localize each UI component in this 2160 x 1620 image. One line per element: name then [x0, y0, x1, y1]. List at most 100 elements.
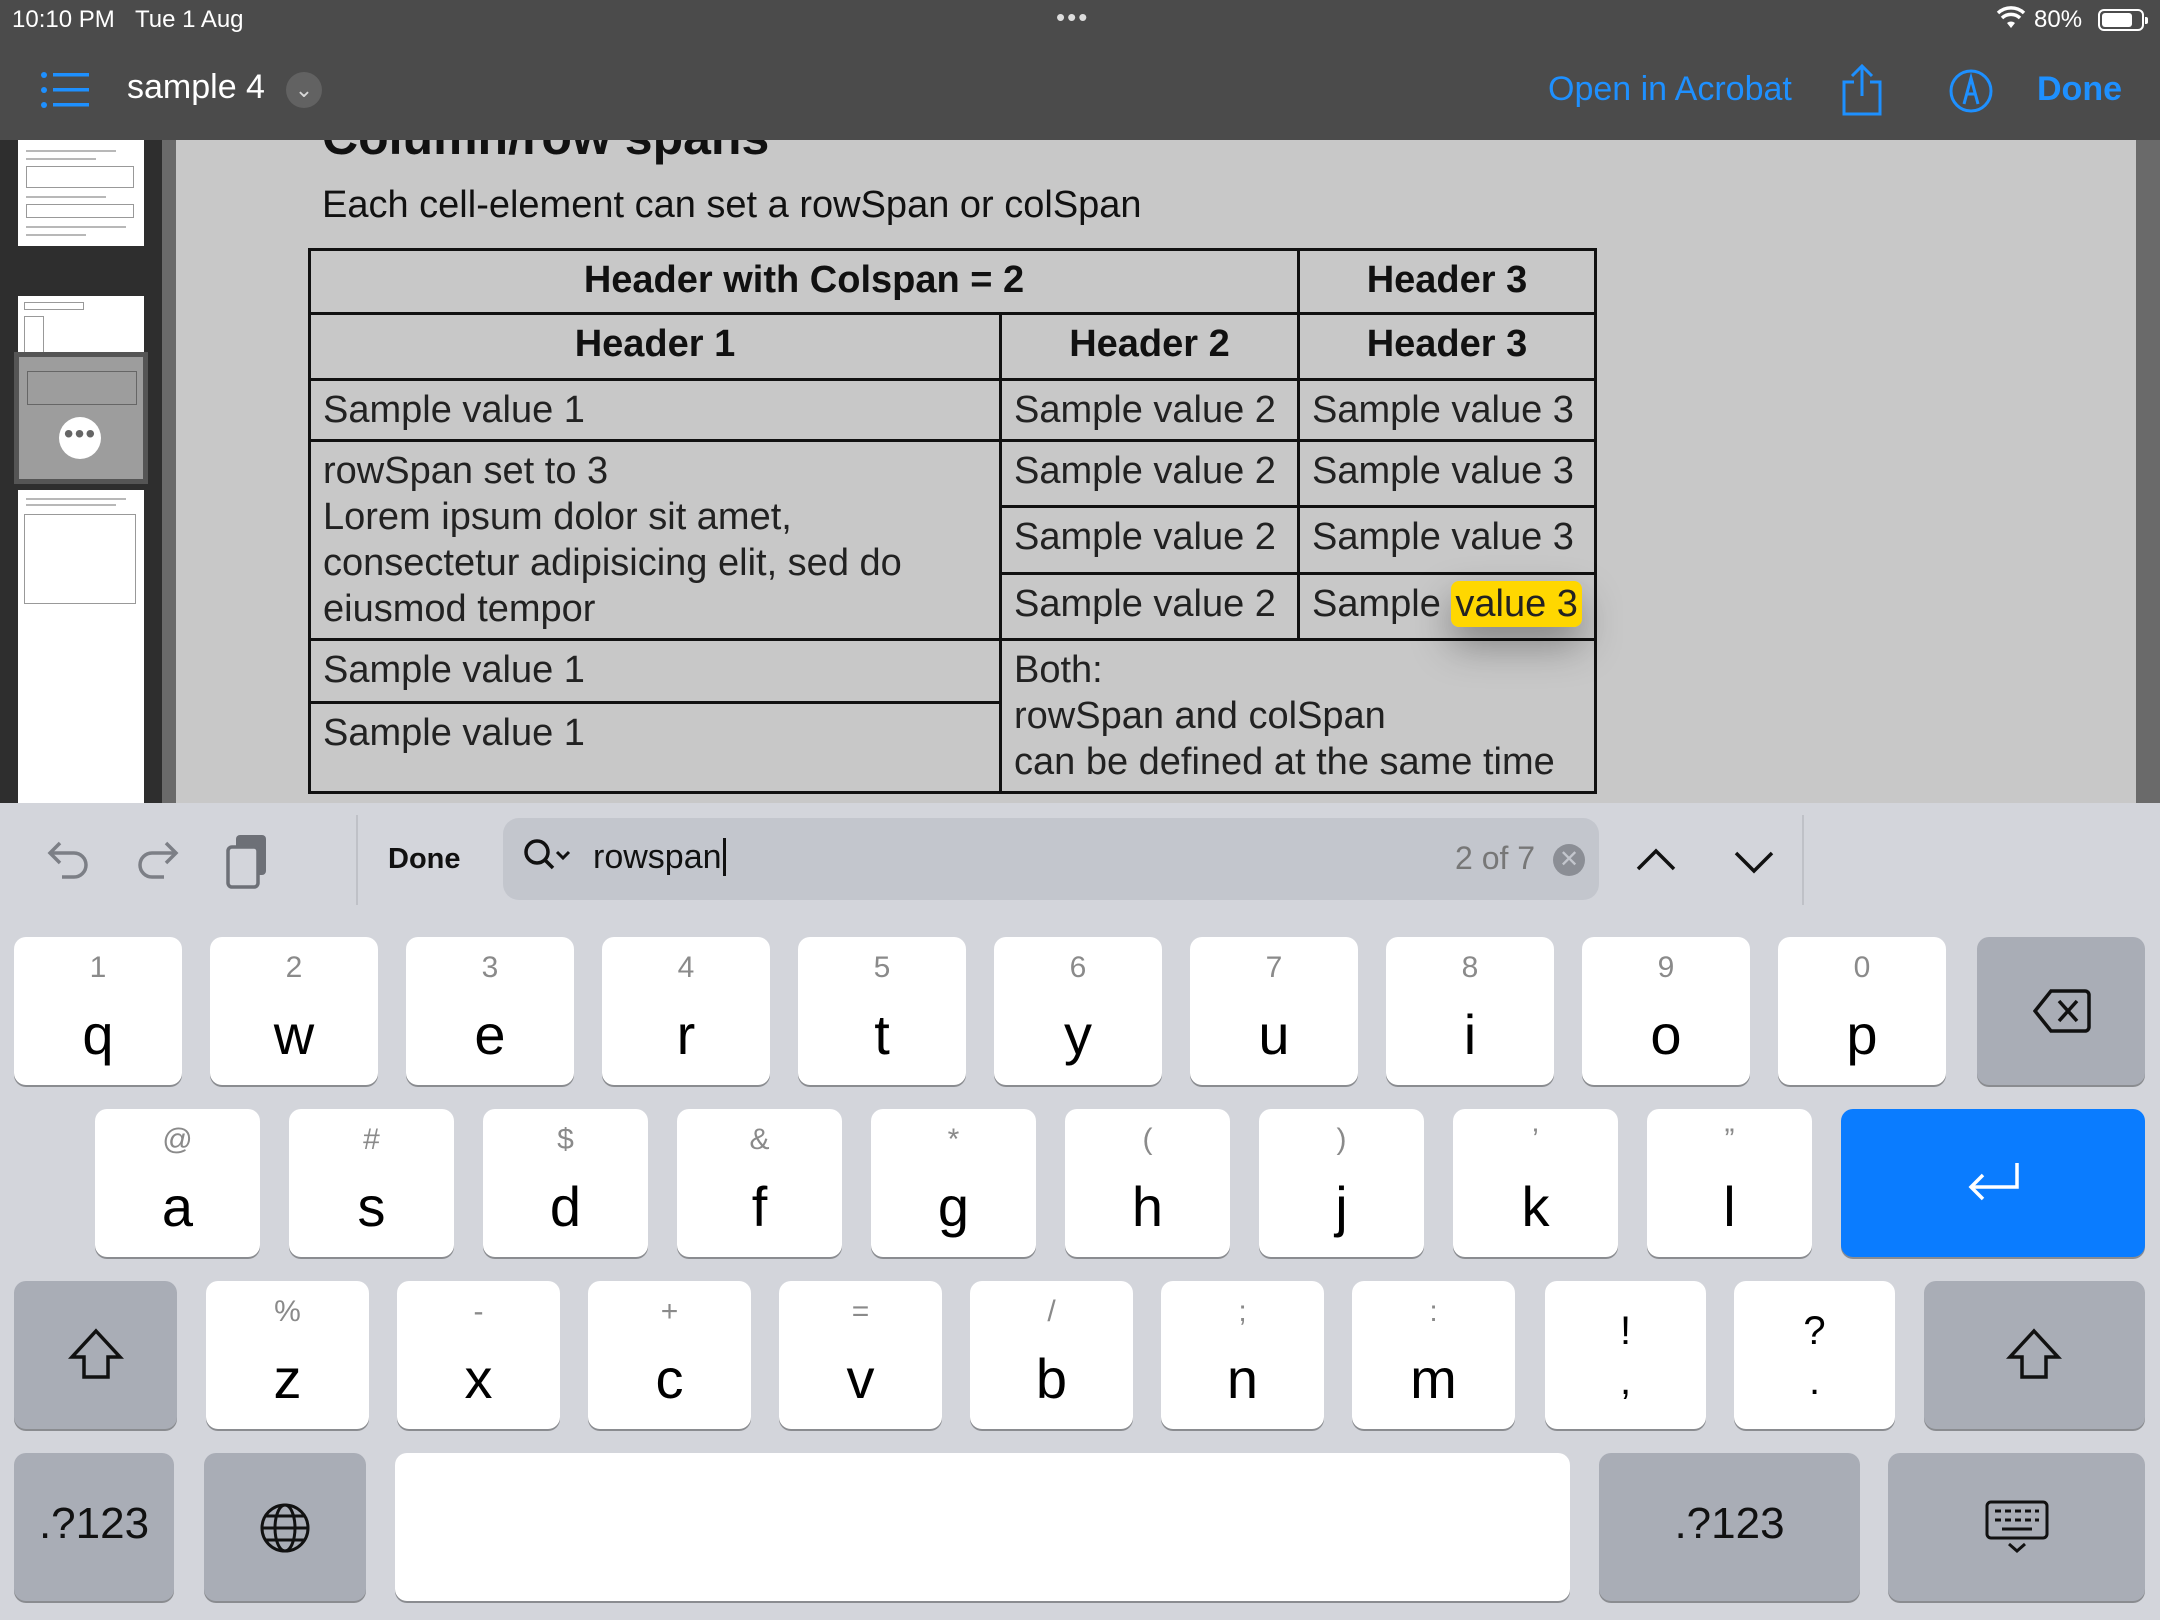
key-label: .?123	[38, 1499, 150, 1548]
key-letter: z	[273, 1347, 302, 1410]
key-alt-glyph: 8	[1461, 951, 1479, 984]
match-count: 2 of 7	[1455, 840, 1536, 876]
key-letter: m	[1410, 1347, 1457, 1410]
table-cell: Sample value 1	[308, 701, 1002, 794]
key-c[interactable]: + c	[588, 1281, 751, 1429]
key-letter: g	[937, 1175, 970, 1238]
key-bottom-glyph: .	[1808, 1359, 1821, 1403]
undo-icon[interactable]	[44, 837, 92, 885]
key-top-glyph: !	[1619, 1309, 1632, 1353]
globe-icon	[260, 1503, 310, 1553]
key-letter: r	[676, 1003, 696, 1066]
key-f[interactable]: & f	[677, 1109, 842, 1257]
status-time: 10:10 PM	[12, 6, 115, 33]
table-cell: Sample value 3	[1297, 505, 1597, 575]
document-title[interactable]: sample 4	[127, 68, 265, 107]
key-p[interactable]: 0p	[1778, 937, 1946, 1085]
key-a[interactable]: @ a	[95, 1109, 260, 1257]
key-alt-glyph: )	[1336, 1123, 1347, 1156]
key-exclamation-comma[interactable]: ! ,	[1545, 1281, 1706, 1429]
chevron-down-icon[interactable]: ⌄	[286, 72, 322, 108]
span-table: Header with Colspan = 2 Header 3 Header …	[308, 248, 1597, 794]
both-line: Both:	[1014, 649, 1103, 691]
share-icon[interactable]	[1838, 64, 1886, 116]
open-in-acrobat-button[interactable]: Open in Acrobat	[1548, 70, 1792, 109]
key-r[interactable]: 4r	[602, 937, 770, 1085]
numbers-key-right[interactable]: .?123	[1599, 1453, 1860, 1601]
done-button[interactable]: Done	[2037, 70, 2122, 109]
key-t[interactable]: 5t	[798, 937, 966, 1085]
key-m[interactable]: :m	[1352, 1281, 1515, 1429]
key-s[interactable]: # s	[289, 1109, 454, 1257]
markup-pen-icon[interactable]	[1948, 68, 1994, 114]
key-g[interactable]: * g	[871, 1109, 1036, 1257]
table-header-2: Header 2	[999, 312, 1300, 381]
key-v[interactable]: = v	[779, 1281, 942, 1429]
paste-clipboard-icon[interactable]	[224, 831, 272, 891]
key-alt-glyph: 2	[285, 951, 303, 984]
backspace-key[interactable]	[1977, 937, 2145, 1085]
key-k[interactable]: ’ k	[1453, 1109, 1618, 1257]
find-done-button[interactable]: Done	[388, 843, 461, 876]
multitasking-dots-icon[interactable]: •••	[1056, 2, 1089, 33]
key-q[interactable]: 1q	[14, 937, 182, 1085]
key-x[interactable]: -x	[397, 1281, 560, 1429]
key-alt-glyph: 4	[677, 951, 695, 984]
key-alt-glyph: 0	[1853, 951, 1871, 984]
return-key[interactable]	[1841, 1109, 2145, 1257]
key-i[interactable]: 8i	[1386, 937, 1554, 1085]
key-alt-glyph: $	[557, 1123, 574, 1156]
more-options-icon[interactable]: •••	[59, 417, 101, 459]
key-j[interactable]: ) j	[1259, 1109, 1424, 1257]
next-match-icon[interactable]	[1730, 837, 1778, 885]
key-l[interactable]: ” l	[1647, 1109, 1812, 1257]
key-letter: o	[1650, 1003, 1682, 1066]
key-n[interactable]: ; n	[1161, 1281, 1324, 1429]
shift-icon	[68, 1328, 124, 1379]
space-bar[interactable]	[395, 1453, 1570, 1601]
key-alt-glyph: ;	[1238, 1295, 1247, 1328]
thumbnail-list-icon[interactable]	[40, 70, 90, 110]
document-view[interactable]: Column/row spans Each cell-element can s…	[162, 140, 2160, 803]
key-o[interactable]: 9o	[1582, 937, 1750, 1085]
key-alt-glyph: 7	[1265, 951, 1283, 984]
dismiss-keyboard-key[interactable]	[1888, 1453, 2145, 1601]
thumbnail-sidebar: •••	[0, 140, 162, 803]
globe-key[interactable]	[204, 1453, 366, 1601]
shift-key-right[interactable]	[1924, 1281, 2145, 1429]
numbers-key-left[interactable]: .?123	[14, 1453, 174, 1601]
shift-key-left[interactable]	[14, 1281, 177, 1429]
key-alt-glyph: ’	[1532, 1123, 1539, 1156]
table-cell-both-span: Both: rowSpan and colSpan can be defined…	[999, 638, 1597, 794]
key-y[interactable]: 6y	[994, 937, 1162, 1085]
key-d[interactable]: $ d	[483, 1109, 648, 1257]
key-b[interactable]: / b	[970, 1281, 1133, 1429]
page-thumbnail-1[interactable]	[18, 140, 144, 246]
return-icon	[1968, 1163, 2019, 1201]
key-w[interactable]: 2w	[210, 937, 378, 1085]
clear-search-icon[interactable]: ✕	[1553, 844, 1585, 876]
key-letter: a	[161, 1175, 194, 1238]
document-nav-bar: sample 4 ⌄ Open in Acrobat Done	[0, 40, 2160, 140]
key-alt-glyph: 9	[1657, 951, 1675, 984]
wifi-icon	[1996, 6, 2026, 28]
redo-icon[interactable]	[134, 837, 182, 885]
key-u[interactable]: 7u	[1190, 937, 1358, 1085]
page-thumbnail-4[interactable]	[18, 490, 144, 803]
key-e[interactable]: 3e	[406, 937, 574, 1085]
key-question-period[interactable]: ? .	[1734, 1281, 1895, 1429]
previous-match-icon[interactable]	[1632, 837, 1680, 885]
key-z[interactable]: % z	[206, 1281, 369, 1429]
key-letter: x	[464, 1347, 493, 1410]
toolbar-divider	[1802, 815, 1804, 905]
page-thumbnail-3-selected[interactable]: •••	[14, 352, 148, 484]
find-query-text: rowspan	[593, 838, 722, 876]
find-field[interactable]: rowspan 2 of 7 ✕	[503, 818, 1599, 900]
key-h[interactable]: (h	[1065, 1109, 1230, 1257]
battery-percent: 80%	[2034, 6, 2083, 33]
key-letter: i	[1463, 1003, 1477, 1066]
delete-icon	[2033, 989, 2091, 1033]
find-query[interactable]: rowspan	[593, 838, 726, 877]
both-line: can be defined at the same time	[1014, 741, 1555, 783]
search-options-icon[interactable]	[523, 838, 573, 878]
